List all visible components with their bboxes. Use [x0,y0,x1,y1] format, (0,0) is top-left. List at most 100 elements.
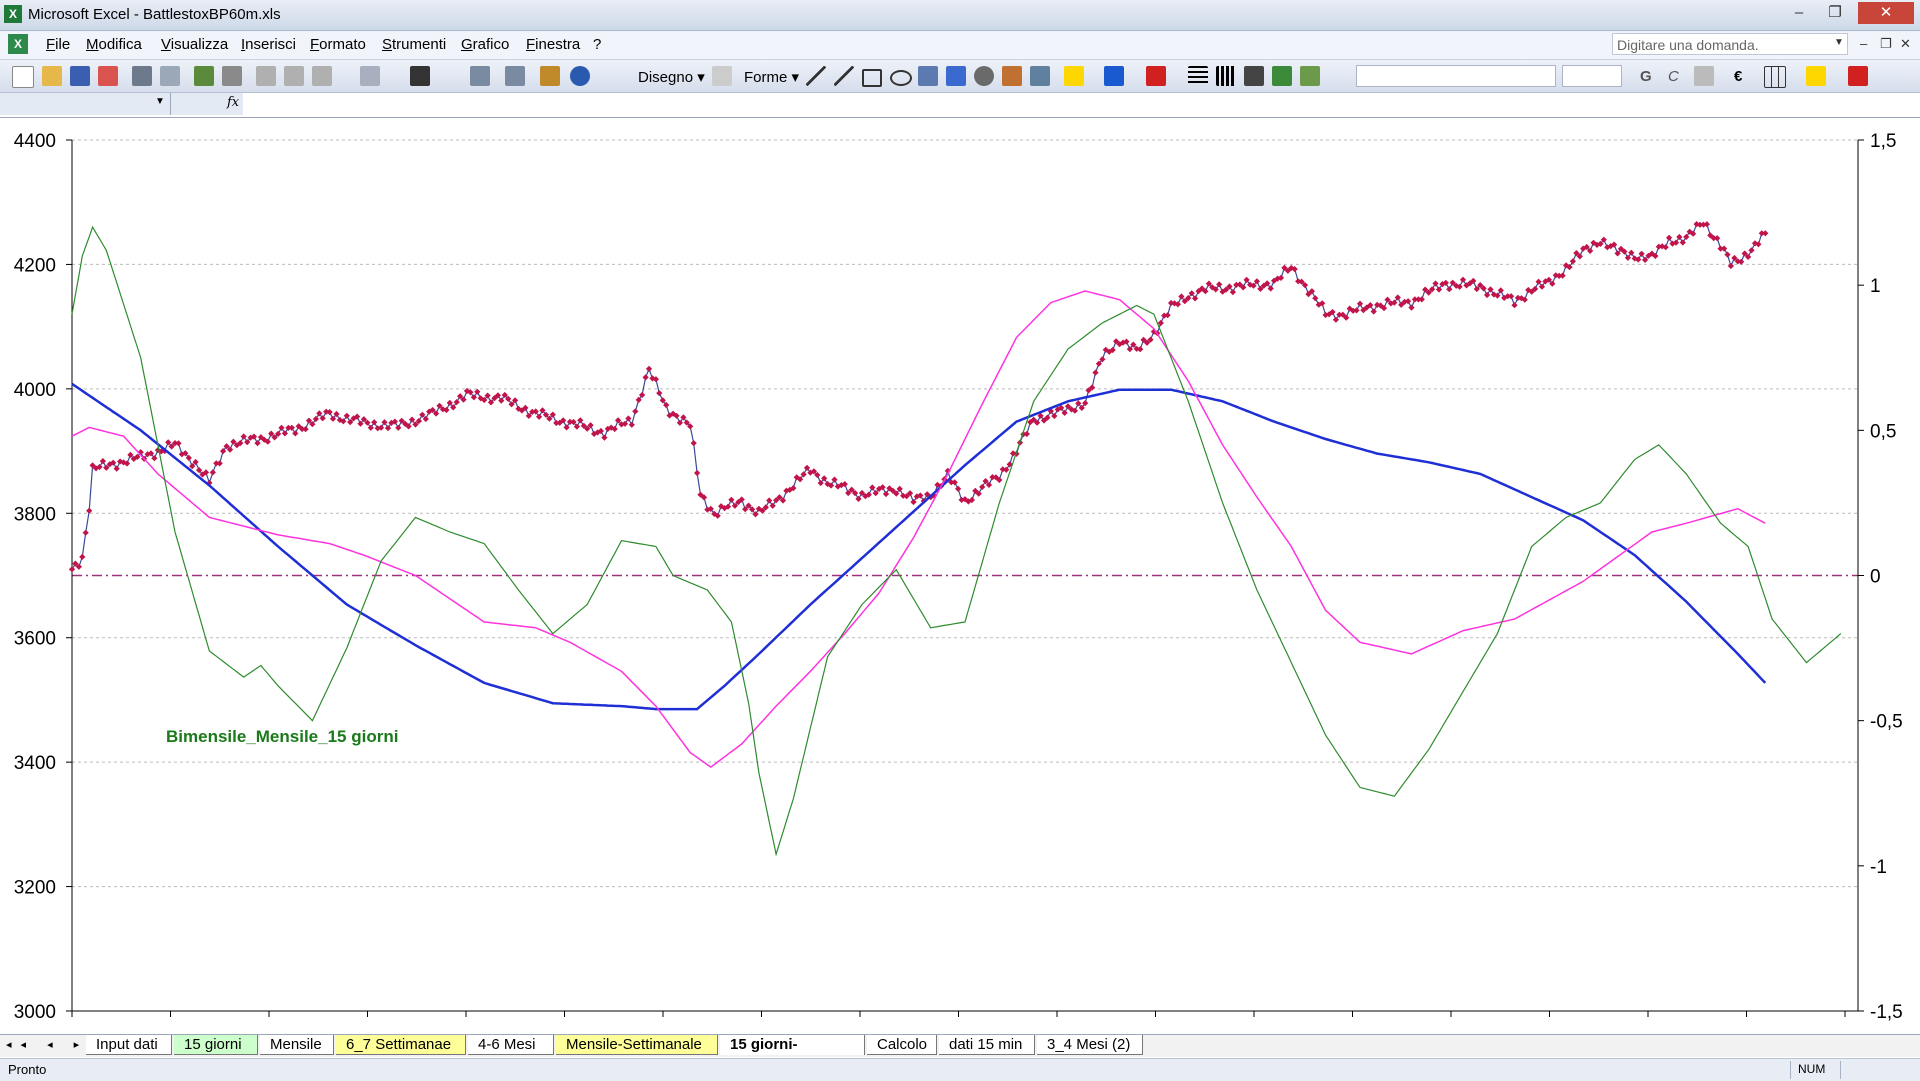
print-icon[interactable] [132,66,152,86]
help-icon[interactable] [570,66,590,86]
sort-icon[interactable] [505,66,525,86]
series [68,220,1842,857]
price-point [1511,302,1518,309]
sheet-tab[interactable]: 15 giorni-Bmensile [720,1035,865,1073]
line-icon[interactable] [806,66,826,86]
picture-icon[interactable] [1030,66,1050,86]
magenta-series-line [71,290,1766,769]
menu-finestra[interactable]: Finestra [526,36,580,53]
right-tick-label: -1 [1870,857,1887,878]
fill-color-icon[interactable] [1064,66,1084,86]
line-style-icon[interactable] [1188,66,1208,86]
ellipse-icon[interactable] [890,70,912,86]
dash-style-icon[interactable] [1216,66,1236,86]
line-color-icon[interactable] [1104,66,1124,86]
3d-icon[interactable] [1300,66,1320,86]
fx-icon[interactable]: fx [227,95,239,110]
new-icon[interactable] [12,66,34,88]
sheet-tab[interactable]: Mensile-Settimanale [556,1035,718,1055]
price-point [1665,234,1673,241]
sheet-tab[interactable]: Calcolo [867,1035,937,1055]
price-point [1446,286,1453,293]
minimize-button[interactable]: – [1782,2,1816,24]
left-tick-label: 4000 [14,380,56,401]
italic-button[interactable]: C [1668,68,1679,85]
price-point [1683,233,1690,241]
menu-help[interactable]: ? [593,36,601,53]
font-color-icon[interactable] [1146,66,1166,86]
menu-file[interactable]: File [46,36,70,53]
cut-icon[interactable] [256,66,276,86]
price-point [1356,300,1364,307]
align-icon[interactable] [1694,66,1714,86]
price-point [395,424,402,431]
price-point [625,415,632,422]
save-icon[interactable] [70,66,90,86]
sheet-tab[interactable]: 15 giorni [174,1035,258,1055]
sheet-tab[interactable]: Input dati [86,1035,172,1055]
paste-icon[interactable] [312,66,332,86]
close-button[interactable]: ✕ [1858,2,1914,24]
help-search-input[interactable]: Digitare una domanda. [1612,33,1848,55]
research-icon[interactable] [222,66,242,86]
price-point [535,413,543,420]
font-size-select[interactable] [1562,65,1622,87]
sheet-tab[interactable]: 6_7 Settimanae [336,1035,466,1055]
menu-grafico[interactable]: Grafico [461,36,509,53]
sheet-tab[interactable]: dati 15 min [939,1035,1035,1055]
price-point [645,365,653,373]
menu-strumenti[interactable]: Strumenti [382,36,446,53]
sheet-tab[interactable]: 4-6 Mesi [468,1035,554,1055]
price-point [656,389,663,397]
borders-icon[interactable] [1764,66,1786,88]
draw-menu[interactable]: Disegno ▾ [638,68,705,86]
print-preview-icon[interactable] [160,66,180,86]
euro-button[interactable]: € [1734,68,1742,85]
shapes-menu[interactable]: Forme ▾ [744,68,799,86]
name-box[interactable]: ▼ [0,93,171,115]
chart[interactable]: 3000 3200 3400 3600 3800 4000 4200 4400 -1,5 -1 -0… [0,118,1920,1032]
clipart-icon[interactable] [1002,66,1022,86]
menu-visualizza[interactable]: Visualizza [161,36,228,53]
price-point [292,430,299,437]
textbox-icon[interactable] [918,66,938,86]
wordart-icon[interactable] [946,66,966,86]
doc-close-button[interactable]: ✕ [1900,36,1911,52]
sheet-tab[interactable]: 3_4 Mesi (2) [1037,1035,1143,1055]
select-pointer-icon[interactable] [712,66,732,86]
highlight-icon[interactable] [1806,66,1826,86]
price-point [979,483,986,491]
diagram-icon[interactable] [974,66,994,86]
price-point [474,388,481,395]
price-point [1370,308,1377,315]
help-dropdown-icon[interactable]: ▼ [1834,37,1844,48]
chart-wizard-icon[interactable] [540,66,560,86]
open-icon[interactable] [42,66,62,86]
menu-formato[interactable]: Formato [310,36,366,53]
copy-icon[interactable] [284,66,304,86]
spelling-icon[interactable] [194,66,214,86]
maximize-button[interactable]: ❐ [1818,2,1852,24]
undo-icon[interactable] [360,66,380,86]
price-point [1748,247,1755,254]
right-tick-label: 0 [1870,567,1881,588]
arrow-style-icon[interactable] [1244,66,1264,86]
shadow-icon[interactable] [1272,66,1292,86]
right-tick-label: -1,5 [1870,1002,1903,1023]
price-point [278,424,285,431]
doc-minimize-button[interactable]: – [1860,36,1867,51]
menu-modifica[interactable]: Modifica [86,36,142,53]
bold-button[interactable]: G [1640,68,1652,85]
hyperlink-icon[interactable] [410,66,430,86]
font-color-2-icon[interactable] [1848,66,1868,86]
rectangle-icon[interactable] [862,69,882,87]
name-box-dropdown-icon[interactable]: ▼ [155,96,165,107]
doc-restore-button[interactable]: ❐ [1880,36,1892,52]
permission-icon[interactable] [98,66,118,86]
arrow-icon[interactable] [834,66,854,86]
sheet-tab[interactable]: Mensile [260,1035,334,1055]
autosum-icon[interactable] [470,66,490,86]
excel-doc-icon[interactable]: X [8,34,28,54]
font-name-select[interactable] [1356,65,1556,87]
menu-inserisci[interactable]: Inserisci [241,36,296,53]
